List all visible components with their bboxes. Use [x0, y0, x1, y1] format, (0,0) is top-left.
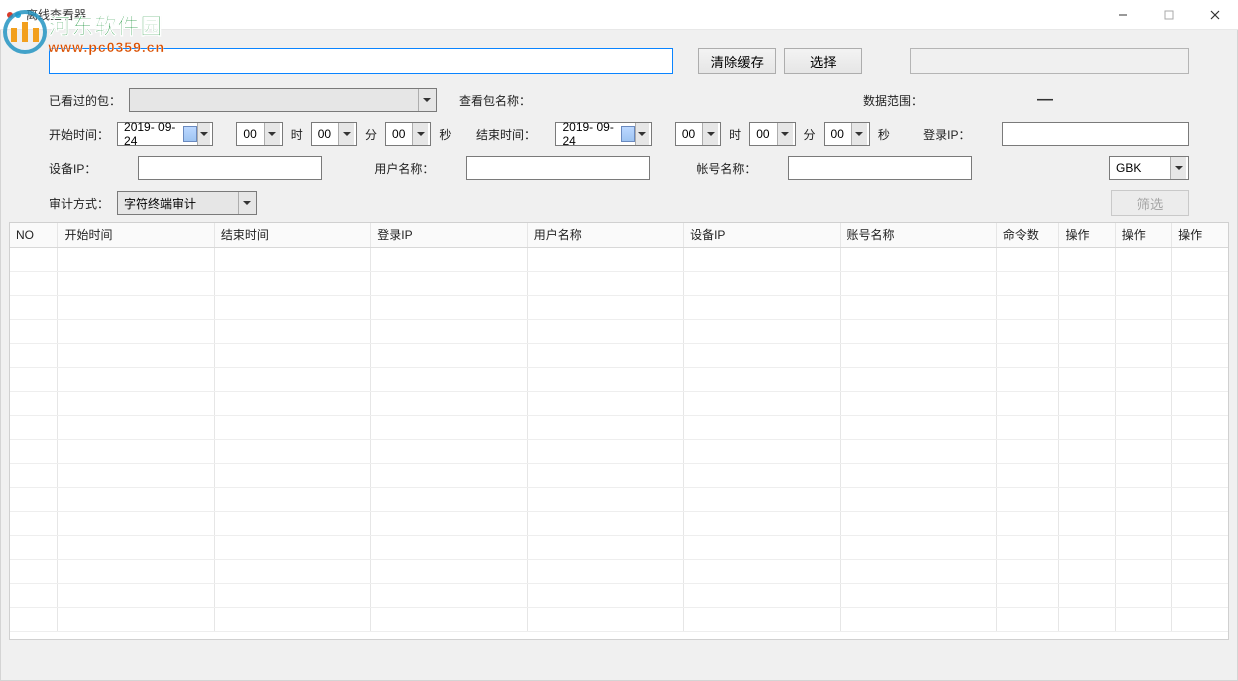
col-op3[interactable]: 操作 [1172, 223, 1228, 247]
table-row[interactable] [10, 463, 1228, 487]
login-ip-label: 登录IP： [923, 126, 970, 143]
table-row[interactable] [10, 607, 1228, 631]
chevron-down-icon [197, 123, 211, 145]
chevron-down-icon [418, 89, 434, 111]
table-row[interactable] [10, 343, 1228, 367]
start-sec-combo[interactable]: 00 [385, 122, 431, 146]
window-controls [1100, 0, 1238, 30]
col-user[interactable]: 用户名称 [527, 223, 683, 247]
viewed-combo[interactable] [129, 88, 437, 112]
minimize-button[interactable] [1100, 0, 1146, 30]
clear-cache-button[interactable]: 清除缓存 [698, 48, 776, 74]
col-account[interactable]: 账号名称 [840, 223, 996, 247]
calendar-icon [183, 126, 197, 142]
table-row[interactable] [10, 511, 1228, 535]
end-hour-combo[interactable]: 00 [675, 122, 721, 146]
unit-hour: 时 [291, 126, 303, 143]
chevron-down-icon [338, 123, 354, 145]
table-row[interactable] [10, 367, 1228, 391]
viewed-label: 已看过的包： [49, 92, 121, 109]
unit-min: 分 [365, 126, 377, 143]
pkg-name-label: 查看包名称： [459, 92, 531, 109]
table-row[interactable] [10, 295, 1228, 319]
chevron-down-icon [635, 123, 649, 145]
device-ip-label: 设备IP： [49, 160, 96, 177]
row-time: 开始时间： 2019- 09- 24 00 时 00 分 00 秒 结束时间： … [49, 122, 1189, 146]
range-value: — [1029, 91, 1061, 109]
content-area: 河东软件园 www.pc0359.cn 清除缓存 选择 已看过的包： 查看包名称… [0, 30, 1238, 681]
status-box [910, 48, 1189, 74]
col-cmd[interactable]: 命令数 [996, 223, 1059, 247]
col-op2[interactable]: 操作 [1115, 223, 1171, 247]
chevron-down-icon [412, 123, 428, 145]
row-path: 清除缓存 选择 [49, 48, 1189, 74]
chevron-down-icon [1170, 157, 1186, 179]
table-row[interactable] [10, 487, 1228, 511]
audit-label: 审计方式： [49, 195, 109, 212]
table-row[interactable] [10, 439, 1228, 463]
unit-min2: 分 [804, 126, 816, 143]
start-min-combo[interactable]: 00 [311, 122, 357, 146]
grid-header-row: NO 开始时间 结束时间 登录IP 用户名称 设备IP 账号名称 命令数 操作 … [10, 223, 1228, 247]
range-label: 数据范围： [863, 92, 923, 109]
unit-sec2: 秒 [878, 126, 890, 143]
encoding-combo[interactable]: GBK [1109, 156, 1189, 180]
window-title: 离线查看器 [26, 6, 86, 23]
row-device: 设备IP： 用户名称： 帐号名称： GBK [49, 156, 1189, 180]
col-op1[interactable]: 操作 [1059, 223, 1115, 247]
login-ip-input[interactable] [1002, 122, 1189, 146]
app-icon [6, 7, 22, 23]
chevron-down-icon [851, 123, 867, 145]
account-label: 帐号名称： [696, 160, 756, 177]
start-time-label: 开始时间： [49, 126, 109, 143]
user-label: 用户名称： [374, 160, 434, 177]
unit-sec: 秒 [439, 126, 451, 143]
table-row[interactable] [10, 535, 1228, 559]
col-device-ip[interactable]: 设备IP [684, 223, 840, 247]
device-ip-input[interactable] [138, 156, 322, 180]
titlebar: 离线查看器 [0, 0, 1238, 30]
account-input[interactable] [788, 156, 972, 180]
chevron-down-icon [702, 123, 718, 145]
maximize-button[interactable] [1146, 0, 1192, 30]
filter-button[interactable]: 筛选 [1111, 190, 1189, 216]
result-grid[interactable]: NO 开始时间 结束时间 登录IP 用户名称 设备IP 账号名称 命令数 操作 … [9, 222, 1229, 640]
chevron-down-icon [238, 192, 254, 214]
table-row[interactable] [10, 391, 1228, 415]
end-time-label: 结束时间： [476, 126, 536, 143]
table-row[interactable] [10, 319, 1228, 343]
unit-hour2: 时 [729, 126, 741, 143]
end-min-combo[interactable]: 00 [749, 122, 795, 146]
close-button[interactable] [1192, 0, 1238, 30]
col-start[interactable]: 开始时间 [58, 223, 214, 247]
table-row[interactable] [10, 415, 1228, 439]
end-sec-combo[interactable]: 00 [824, 122, 870, 146]
audit-combo[interactable]: 字符终端审计 [117, 191, 257, 215]
chevron-down-icon [777, 123, 793, 145]
start-date-picker[interactable]: 2019- 09- 24 [117, 122, 213, 146]
start-hour-combo[interactable]: 00 [236, 122, 282, 146]
table-row[interactable] [10, 271, 1228, 295]
col-end[interactable]: 结束时间 [214, 223, 370, 247]
user-input[interactable] [466, 156, 650, 180]
col-login-ip[interactable]: 登录IP [371, 223, 527, 247]
path-input[interactable] [49, 48, 673, 74]
end-date-picker[interactable]: 2019- 09- 24 [555, 122, 651, 146]
table-row[interactable] [10, 559, 1228, 583]
col-no[interactable]: NO [10, 223, 58, 247]
row-audit: 审计方式： 字符终端审计 筛选 [49, 190, 1189, 216]
table-row[interactable] [10, 583, 1228, 607]
row-package: 已看过的包： 查看包名称： 数据范围： — [49, 88, 1189, 112]
chevron-down-icon [264, 123, 280, 145]
calendar-icon [621, 126, 635, 142]
select-button[interactable]: 选择 [784, 48, 862, 74]
table-row[interactable] [10, 247, 1228, 271]
